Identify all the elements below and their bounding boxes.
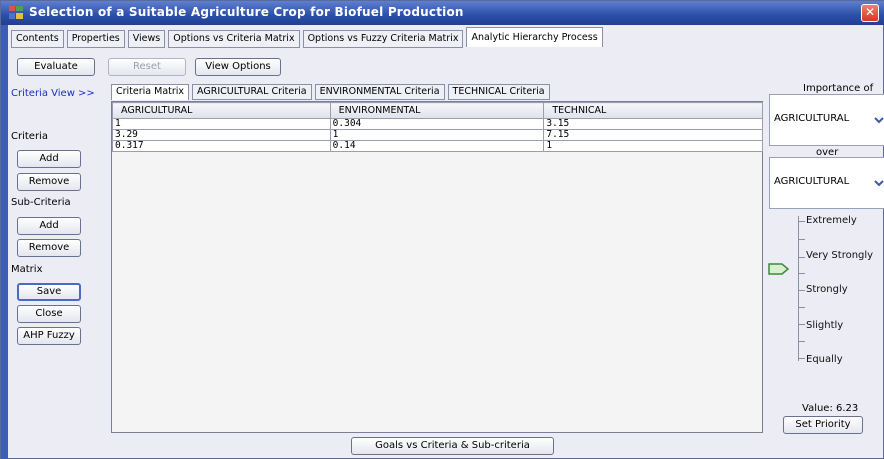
main-tab-bar: Contents Properties Views Options vs Cri… (11, 27, 606, 49)
select-value: AGRICULTURAL (774, 113, 850, 124)
slider-tick (799, 273, 805, 274)
close-window-icon[interactable]: ✕ (861, 4, 879, 22)
slider-tick (799, 221, 805, 222)
window-title: Selection of a Suitable Agriculture Crop… (29, 5, 464, 19)
tab-views[interactable]: Views (127, 30, 166, 48)
tab-properties[interactable]: Properties (66, 30, 125, 48)
tab-technical-criteria[interactable]: TECHNICAL Criteria (447, 84, 550, 100)
app-window: Selection of a Suitable Agriculture Crop… (0, 0, 884, 459)
evaluate-button[interactable]: Evaluate (17, 58, 95, 76)
reset-button[interactable]: Reset (108, 58, 186, 76)
chevron-down-icon (874, 117, 884, 124)
value-readout: Value: 6.23 (802, 403, 859, 414)
scale-label-extremely: Extremely (806, 215, 857, 226)
remove-criteria-button[interactable]: Remove (17, 173, 81, 191)
table-row: 0.317 0.14 1 (112, 140, 763, 152)
importance-slider-track[interactable] (798, 216, 799, 361)
tab-agricultural-criteria[interactable]: AGRICULTURAL Criteria (192, 84, 312, 100)
tab-contents[interactable]: Contents (11, 30, 64, 48)
add-sub-criteria-button[interactable]: Add (17, 217, 81, 235)
criteria-sub-tab-bar: Criteria Matrix AGRICULTURAL Criteria EN… (111, 84, 553, 101)
slider-tick (799, 358, 805, 359)
tab-options-vs-criteria-matrix[interactable]: Options vs Criteria Matrix (168, 30, 300, 48)
title-bar: Selection of a Suitable Agriculture Crop… (1, 1, 884, 25)
over-select[interactable]: AGRICULTURAL (769, 157, 884, 209)
column-header[interactable]: AGRICULTURAL (112, 102, 331, 119)
column-header[interactable]: TECHNICAL (543, 102, 763, 119)
goals-vs-criteria-button[interactable]: Goals vs Criteria & Sub-criteria (351, 437, 554, 455)
matrix-cell[interactable]: 0.14 (329, 140, 545, 152)
ahp-fuzzy-button[interactable]: AHP Fuzzy (17, 327, 81, 345)
matrix-cell[interactable]: 0.317 (112, 140, 331, 152)
slider-tick (799, 290, 805, 291)
matrix-cell[interactable]: 1 (329, 129, 545, 141)
criteria-matrix-grid: AGRICULTURAL ENVIRONMENTAL TECHNICAL 1 0… (111, 101, 763, 433)
matrix-cell[interactable]: 1 (543, 140, 763, 152)
matrix-cell[interactable]: 3.15 (543, 118, 763, 130)
column-header[interactable]: ENVIRONMENTAL (329, 102, 545, 119)
close-button[interactable]: Close (17, 305, 81, 323)
app-icon (9, 6, 23, 19)
tab-criteria-matrix[interactable]: Criteria Matrix (111, 84, 190, 100)
importance-of-label: Importance of (803, 83, 874, 94)
matrix-cell[interactable]: 0.304 (329, 118, 545, 130)
slider-tick (799, 257, 805, 258)
matrix-cell[interactable]: 3.29 (112, 129, 331, 141)
chevron-down-icon (874, 180, 884, 187)
scale-label-very-strongly: Very Strongly (806, 250, 874, 261)
scale-label-strongly: Strongly (806, 284, 848, 295)
slider-tick (799, 324, 805, 325)
window-left-edge (1, 25, 8, 459)
tab-environmental-criteria[interactable]: ENVIRONMENTAL Criteria (314, 84, 445, 100)
criteria-matrix-table: AGRICULTURAL ENVIRONMENTAL TECHNICAL 1 0… (112, 102, 763, 152)
slider-tick (799, 341, 805, 342)
view-options-button[interactable]: View Options (195, 58, 281, 76)
importance-of-select[interactable]: AGRICULTURAL (769, 94, 884, 146)
add-criteria-button[interactable]: Add (17, 150, 81, 168)
tab-analytic-hierarchy-process[interactable]: Analytic Hierarchy Process (466, 27, 603, 47)
remove-sub-criteria-button[interactable]: Remove (17, 239, 81, 257)
slider-tick (799, 307, 805, 308)
sub-criteria-label: Sub-Criteria (11, 197, 71, 208)
table-header-row: AGRICULTURAL ENVIRONMENTAL TECHNICAL (112, 102, 763, 119)
table-row: 1 0.304 3.15 (112, 118, 763, 130)
table-row: 3.29 1 7.15 (112, 129, 763, 141)
slider-thumb-icon[interactable] (768, 263, 790, 275)
scale-label-equally: Equally (806, 354, 843, 365)
criteria-label: Criteria (11, 131, 48, 142)
scale-label-slightly: Slightly (806, 320, 844, 331)
slider-tick (799, 239, 805, 240)
save-button[interactable]: Save (17, 283, 81, 301)
criteria-view-label[interactable]: Criteria View >> (11, 88, 95, 99)
matrix-cell[interactable]: 7.15 (543, 129, 763, 141)
set-priority-button[interactable]: Set Priority (783, 416, 863, 434)
tab-options-vs-fuzzy-criteria-matrix[interactable]: Options vs Fuzzy Criteria Matrix (302, 30, 464, 48)
matrix-cell[interactable]: 1 (112, 118, 331, 130)
matrix-label: Matrix (11, 264, 43, 275)
select-value: AGRICULTURAL (774, 176, 850, 187)
